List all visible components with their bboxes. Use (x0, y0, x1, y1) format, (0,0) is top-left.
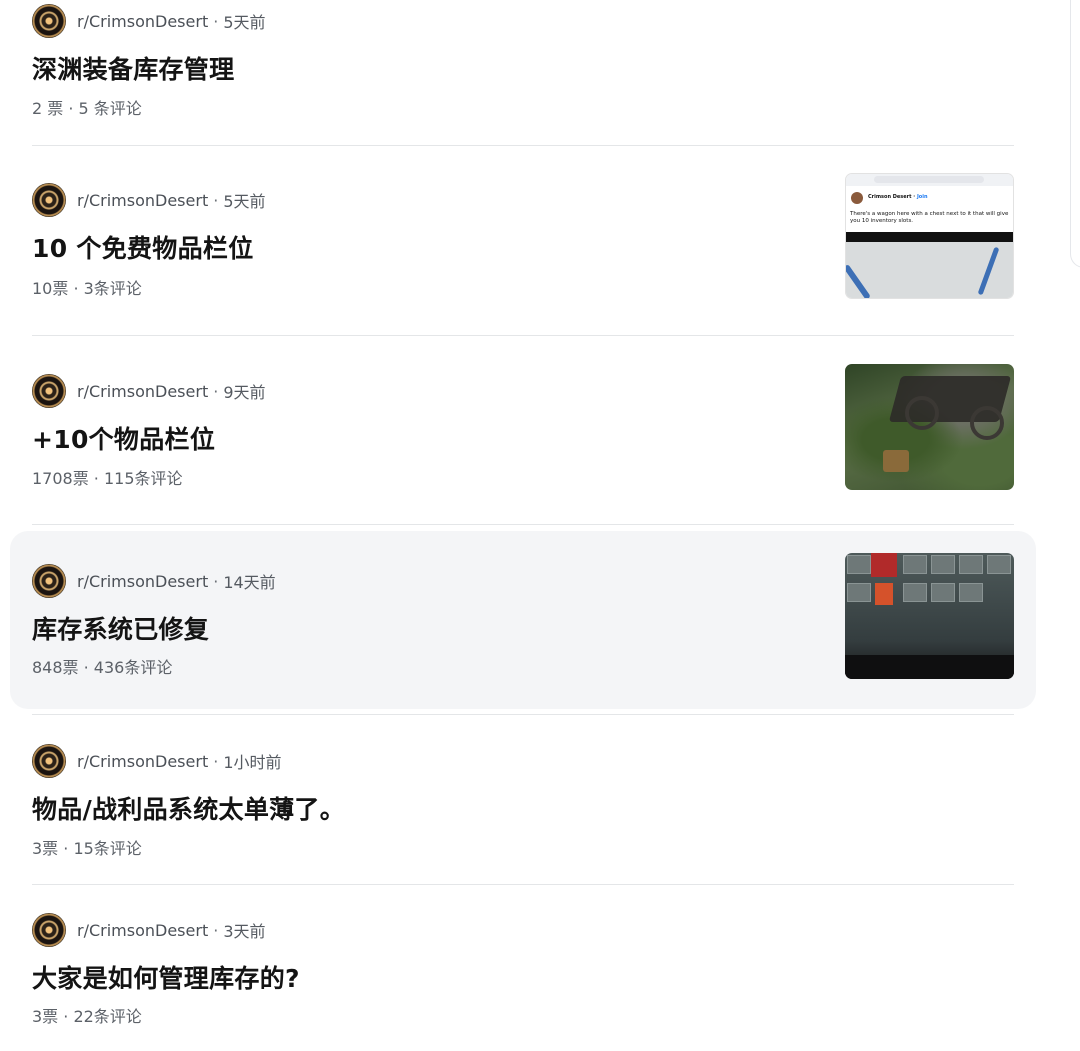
subreddit-link[interactable]: r/CrimsonDesert (77, 752, 208, 771)
post-thumbnail[interactable]: Crimson Desert · Join There's a wagon he… (845, 173, 1014, 299)
subreddit-avatar[interactable] (32, 183, 66, 217)
floor (845, 655, 1014, 679)
item-icon (875, 583, 893, 605)
fb-comment-text: There's a wagon here with a chest next t… (850, 211, 1009, 224)
post-thumbnail[interactable] (845, 553, 1014, 679)
post-thumbnail[interactable] (845, 364, 1014, 490)
meta-separator: · (213, 11, 219, 31)
post-title[interactable]: 10 个免费物品栏位 (32, 229, 254, 265)
post-stats: 3票 · 15条评论 (32, 839, 142, 858)
post-divider (32, 884, 1014, 885)
post-time: 5天前 (223, 13, 266, 32)
post-stats: 10票 · 3条评论 (32, 279, 142, 298)
post-card[interactable]: r/CrimsonDesert · 9天前 +10个物品栏位 1708票 · 1… (10, 352, 1036, 522)
post-card[interactable]: r/CrimsonDesert · 3天前 大家是如何管理库存的? 3票 · 2… (10, 895, 1036, 1045)
post-stats: 2 票 · 5 条评论 (32, 99, 142, 118)
post-time: 5天前 (223, 192, 266, 211)
chest-shape (883, 450, 909, 472)
subreddit-link[interactable]: r/CrimsonDesert (77, 921, 208, 940)
map-image (846, 242, 1013, 298)
meta-separator: · (213, 381, 219, 401)
post-time: 9天前 (223, 383, 266, 402)
meta-separator: · (213, 571, 219, 591)
post-stats: 1708票 · 115条评论 (32, 469, 183, 488)
post-divider (32, 145, 1014, 146)
post-divider (32, 335, 1014, 336)
meta-separator: · (213, 920, 219, 940)
subreddit-avatar[interactable] (32, 4, 66, 38)
meta-separator: · (213, 190, 219, 210)
post-time: 1小时前 (223, 753, 282, 772)
comment-input-bar (846, 174, 1013, 186)
post-card[interactable]: r/CrimsonDesert · 5天前 10 个免费物品栏位 10票 · 3… (10, 162, 1036, 332)
wagon-wheel (905, 396, 939, 430)
subreddit-link[interactable]: r/CrimsonDesert (77, 12, 208, 31)
post-meta: r/CrimsonDesert · 1小时前 (32, 743, 282, 779)
fb-page-name: Crimson Desert · Join (868, 194, 928, 200)
post-meta: r/CrimsonDesert · 5天前 (32, 182, 266, 218)
post-title[interactable]: +10个物品栏位 (32, 420, 215, 456)
post-stats: 3票 · 22条评论 (32, 1007, 142, 1026)
commenter-avatar (851, 192, 863, 204)
post-meta: r/CrimsonDesert · 3天前 (32, 912, 266, 948)
post-card[interactable]: r/CrimsonDesert · 1小时前 物品/战利品系统太单薄了。 3票 … (10, 725, 1036, 880)
post-divider (32, 714, 1014, 715)
post-title[interactable]: 深渊装备库存管理 (32, 50, 234, 86)
post-title[interactable]: 库存系统已修复 (32, 610, 209, 646)
post-title[interactable]: 大家是如何管理库存的? (32, 959, 300, 995)
post-time: 3天前 (223, 922, 266, 941)
image-top-bar (846, 232, 1013, 242)
post-title[interactable]: 物品/战利品系统太单薄了。 (32, 790, 345, 826)
item-sword (871, 553, 897, 577)
post-card[interactable]: r/CrimsonDesert · 5天前 深渊装备库存管理 2 票 · 5 条… (10, 0, 1036, 145)
subreddit-avatar[interactable] (32, 744, 66, 778)
subreddit-link[interactable]: r/CrimsonDesert (77, 572, 208, 591)
post-meta: r/CrimsonDesert · 9天前 (32, 373, 266, 409)
right-sidebar-edge (1070, 0, 1080, 268)
post-stats: 848票 · 436条评论 (32, 658, 173, 677)
post-meta: r/CrimsonDesert · 14天前 (32, 563, 276, 599)
subreddit-link[interactable]: r/CrimsonDesert (77, 382, 208, 401)
search-results-feed: r/CrimsonDesert · 5天前 深渊装备库存管理 2 票 · 5 条… (0, 0, 1080, 1051)
subreddit-link[interactable]: r/CrimsonDesert (77, 191, 208, 210)
post-meta: r/CrimsonDesert · 5天前 (32, 3, 266, 39)
meta-separator: · (213, 751, 219, 771)
subreddit-avatar[interactable] (32, 374, 66, 408)
post-divider (32, 524, 1014, 525)
post-card[interactable]: r/CrimsonDesert · 14天前 库存系统已修复 848票 · 43… (10, 531, 1036, 709)
wagon-wheel (970, 406, 1004, 440)
subreddit-avatar[interactable] (32, 913, 66, 947)
subreddit-avatar[interactable] (32, 564, 66, 598)
post-time: 14天前 (223, 573, 276, 592)
